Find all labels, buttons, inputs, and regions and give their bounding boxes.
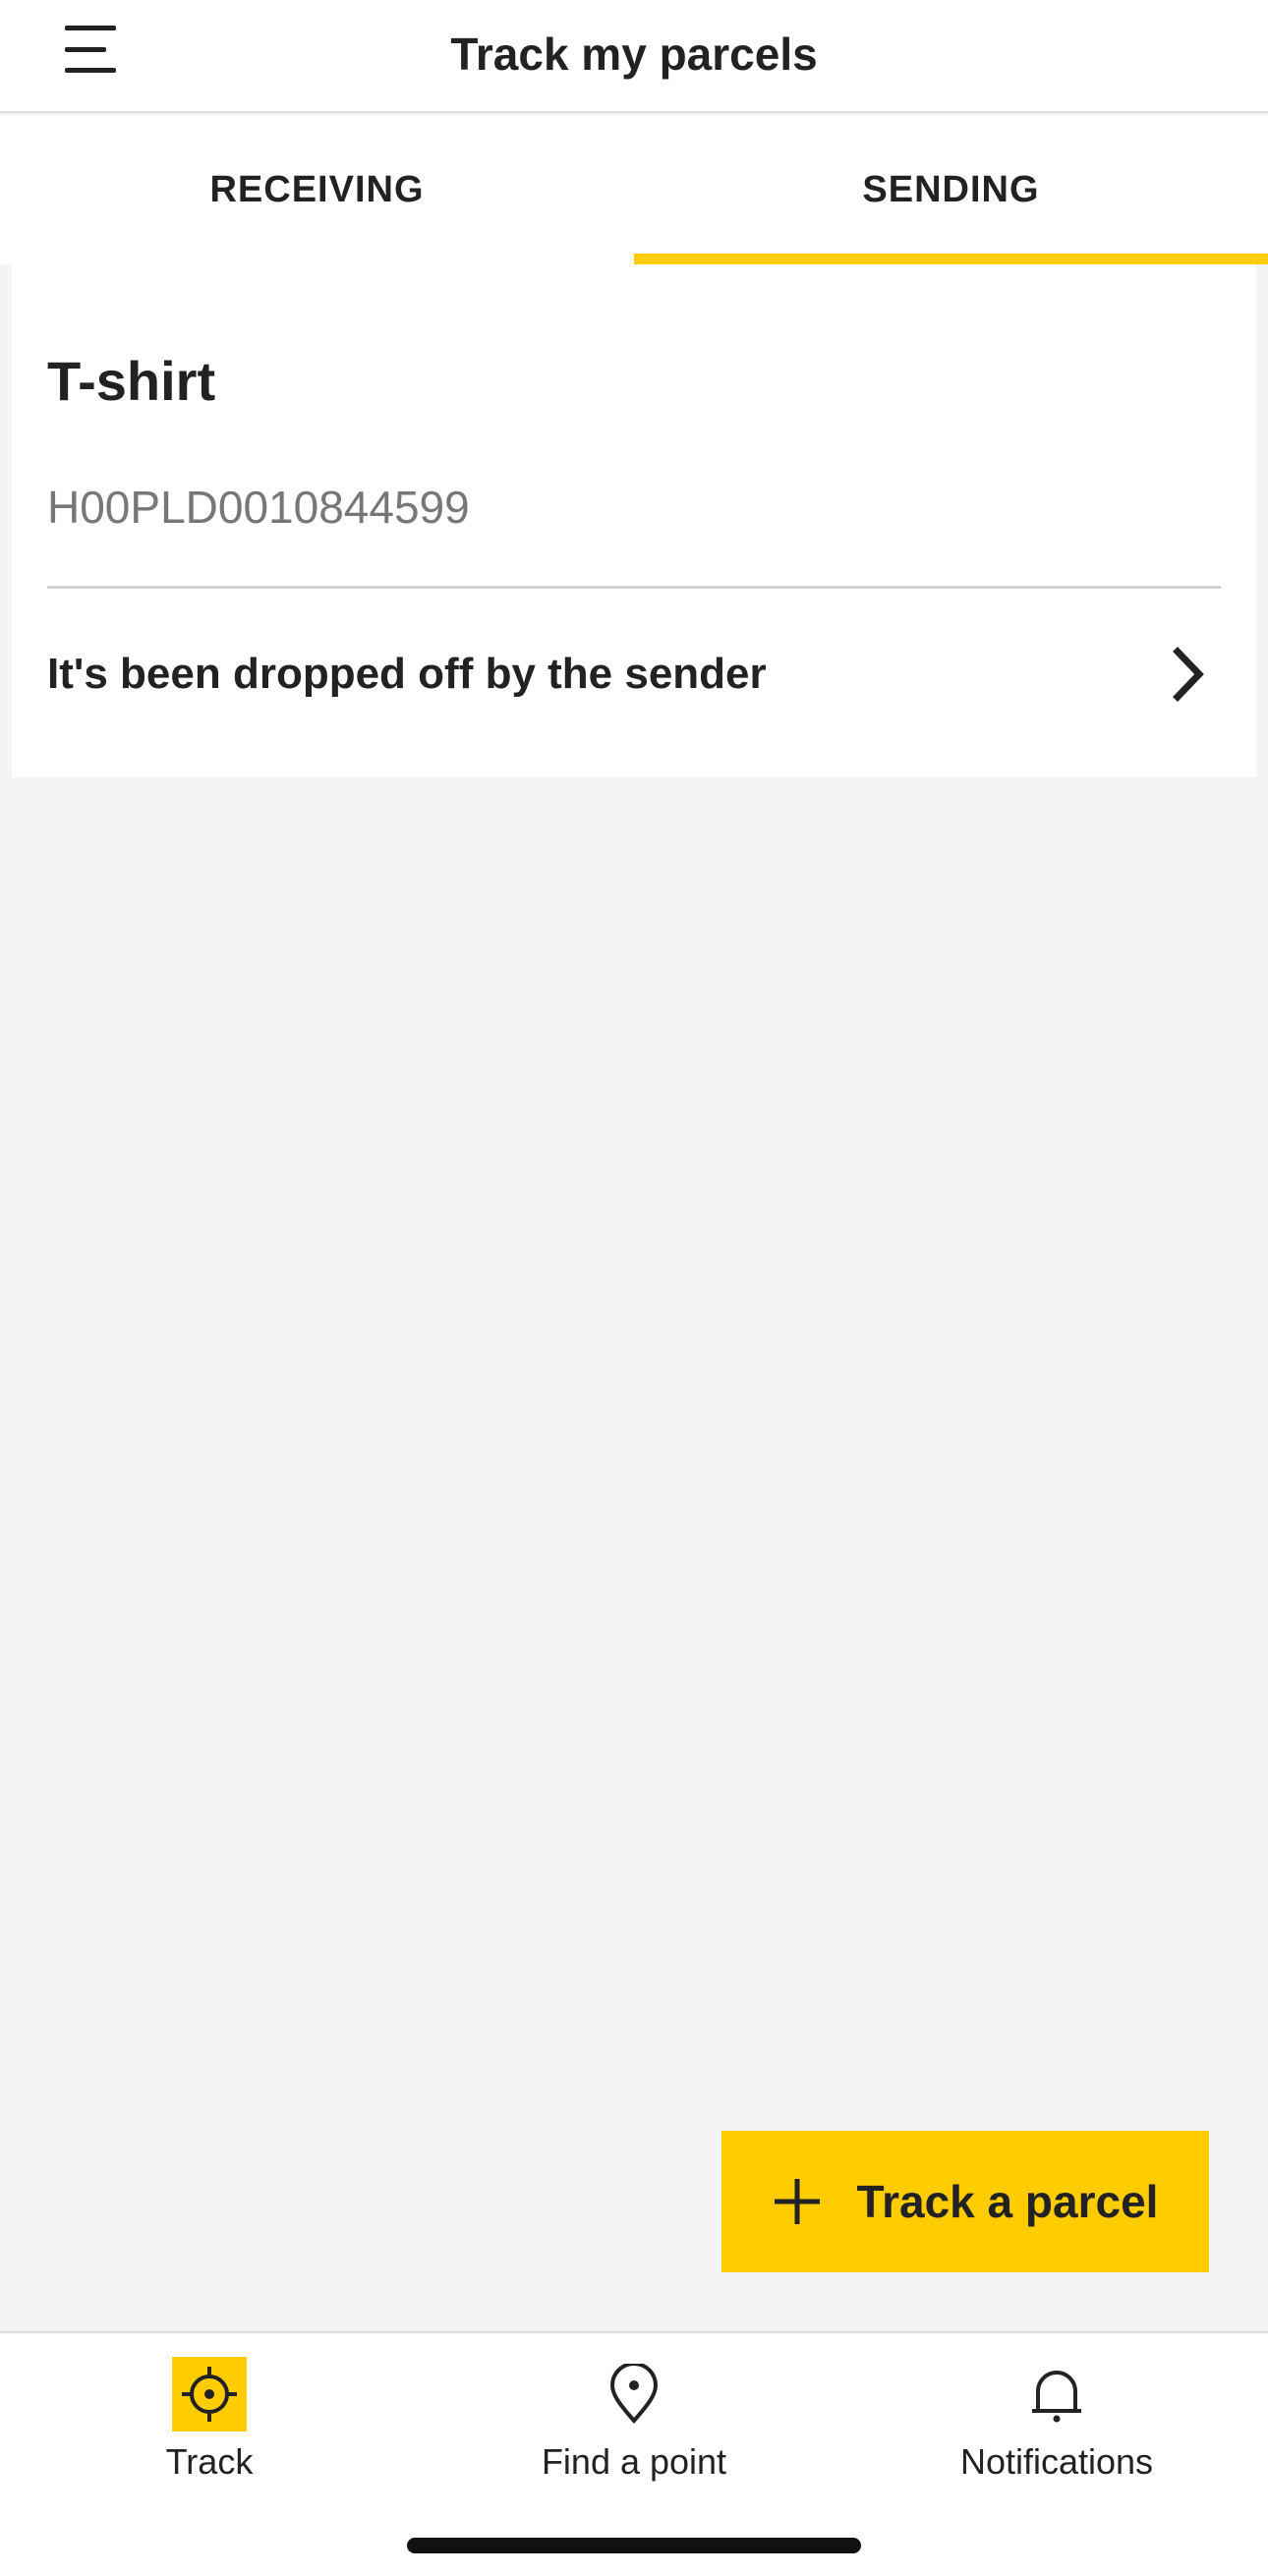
top-app-bar: Track my parcels	[0, 0, 1268, 113]
track-parcel-label: Track a parcel	[856, 2176, 1159, 2227]
nav-item-notifications[interactable]: Notifications	[894, 2357, 1219, 2485]
track-parcel-button[interactable]: Track a parcel	[721, 2131, 1209, 2272]
nav-item-find-a-point[interactable]: Find a point	[472, 2357, 796, 2485]
crosshair-icon	[172, 2357, 247, 2432]
nav-label-find-a-point: Find a point	[541, 2441, 727, 2482]
home-indicator	[407, 2538, 861, 2553]
nav-label-track: Track	[165, 2441, 254, 2482]
tab-sending[interactable]: SENDING	[634, 115, 1268, 264]
nav-item-track[interactable]: Track	[47, 2357, 372, 2485]
bell-icon	[1019, 2357, 1094, 2432]
parcel-tabs: RECEIVING SENDING	[0, 115, 1268, 264]
tracking-number: H00PLD0010844599	[47, 482, 470, 533]
tab-receiving[interactable]: RECEIVING	[0, 115, 634, 264]
parcel-name: T-shirt	[47, 350, 216, 412]
parcel-status: It's been dropped off by the sender	[47, 650, 767, 698]
app-root: Track my parcels RECEIVING SENDING T-shi…	[0, 0, 1268, 2576]
plus-icon	[774, 2179, 820, 2224]
parcel-status-row[interactable]: It's been dropped off by the sender	[12, 589, 1256, 766]
nav-label-notifications: Notifications	[959, 2441, 1154, 2482]
chevron-right-icon	[1173, 647, 1204, 702]
page-title: Track my parcels	[450, 29, 818, 80]
map-pin-icon	[597, 2357, 671, 2432]
parcel-card[interactable]: T-shirt H00PLD0010844599 It's been dropp…	[12, 264, 1256, 777]
